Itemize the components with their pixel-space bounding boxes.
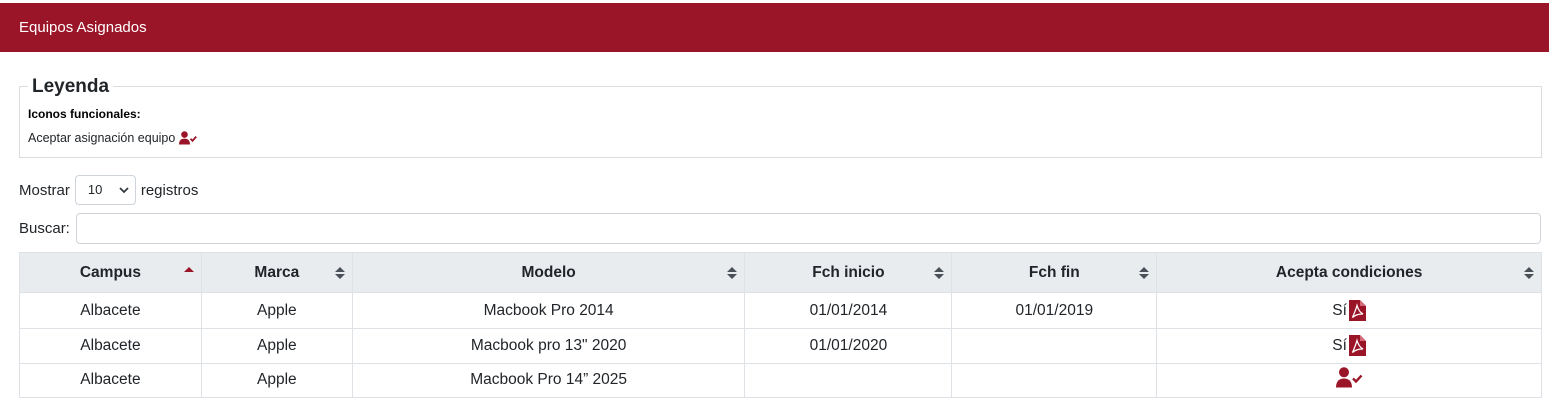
column-header-fch-inicio[interactable]: Fch inicio — [744, 252, 953, 293]
cell-fch-fin — [951, 328, 1158, 364]
table-row: Albacete Apple Macbook Pro 2014 01/01/20… — [19, 292, 1542, 329]
pdf-icon[interactable] — [1348, 300, 1366, 321]
sort-icon — [934, 266, 945, 279]
page-header: Equipos Asignados — [0, 3, 1549, 52]
cell-campus: Albacete — [19, 292, 202, 329]
search-control: Buscar: — [19, 213, 1541, 244]
cell-marca: Apple — [200, 328, 353, 364]
cell-fch-fin: 01/01/2019 — [951, 292, 1158, 329]
page-length-select[interactable]: 10 — [74, 175, 136, 205]
cell-fch-fin — [951, 362, 1158, 398]
acepta-text: Sí — [1332, 336, 1347, 354]
user-check-icon — [179, 131, 198, 145]
acepta-text: Sí — [1332, 301, 1347, 319]
cell-campus: Albacete — [19, 362, 202, 398]
page-length-control: Mostrar 10 registros — [19, 175, 198, 205]
cell-marca: Apple — [200, 292, 353, 329]
sort-icon — [1139, 266, 1150, 279]
column-header-modelo[interactable]: Modelo — [351, 252, 746, 293]
legend-title: Leyenda — [28, 76, 114, 98]
cell-modelo: Macbook Pro 14” 2025 — [351, 362, 746, 398]
sort-icon — [727, 266, 738, 279]
cell-acepta: Sí — [1156, 328, 1542, 364]
cell-fch-inicio — [744, 362, 953, 398]
cell-fch-inicio: 01/01/2014 — [744, 292, 953, 329]
column-header-marca[interactable]: Marca — [200, 252, 353, 293]
page-title: Equipos Asignados — [19, 19, 147, 36]
search-label: Buscar: — [19, 220, 70, 237]
legend-item-label: Aceptar asignación equipo — [28, 131, 176, 145]
sort-asc-icon — [183, 266, 194, 272]
chevron-down-icon — [119, 187, 129, 194]
cell-acepta — [1156, 362, 1542, 398]
length-suffix: registros — [140, 181, 199, 199]
sort-icon — [1524, 266, 1534, 279]
cell-acepta: Sí — [1156, 292, 1542, 329]
pdf-icon[interactable] — [1348, 335, 1366, 357]
cell-modelo: Macbook Pro 2014 — [351, 292, 746, 329]
page-length-value: 10 — [87, 182, 103, 197]
cell-fch-inicio: 01/01/2020 — [744, 328, 953, 364]
cell-marca: Apple — [200, 362, 353, 398]
cell-modelo: Macbook pro 13" 2020 — [351, 328, 746, 364]
column-header-acepta-condiciones[interactable]: Acepta condiciones — [1156, 252, 1542, 293]
column-header-campus[interactable]: Campus — [19, 252, 202, 293]
search-input[interactable] — [75, 213, 1541, 244]
legend-item: Aceptar asignación equipo — [28, 131, 198, 145]
cell-campus: Albacete — [19, 328, 202, 364]
legend-box: Leyenda Iconos funcionales: Aceptar asig… — [19, 76, 1542, 158]
table-row: Albacete Apple Macbook Pro 14” 2025 — [19, 362, 1542, 398]
sort-icon — [334, 266, 345, 279]
table-header-row: Campus Marca Modelo Fch inicio Fch fin A… — [19, 252, 1542, 293]
user-check-icon[interactable] — [1335, 367, 1363, 388]
column-header-fch-fin[interactable]: Fch fin — [951, 252, 1158, 293]
length-prefix: Mostrar — [19, 181, 70, 199]
legend-subtitle: Iconos funcionales: — [28, 107, 141, 121]
equipment-table: Campus Marca Modelo Fch inicio Fch fin A… — [19, 252, 1542, 398]
table-row: Albacete Apple Macbook pro 13" 2020 01/0… — [19, 328, 1542, 364]
